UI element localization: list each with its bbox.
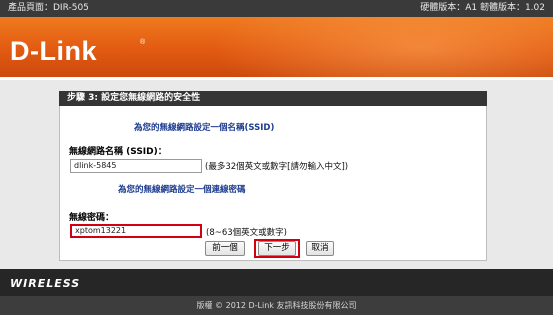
password-label: 無線密碼： — [69, 213, 115, 223]
wizard-step-header: 步驟 3: 設定您無線網路的安全性 — [59, 91, 487, 106]
ssid-hint: (最多32個英文或數字[請勿輸入中文]) — [205, 162, 349, 172]
password-input[interactable]: xptom13221 — [70, 224, 202, 238]
footer-copyright: 版權 © 2012 D-Link 友訊科技股份有限公司 — [0, 296, 553, 315]
product-page-label: 產品頁面：DIR-505 — [8, 3, 89, 13]
wireless-label: WIRELESS — [10, 277, 81, 290]
banner-swoosh — [210, 17, 553, 77]
prev-button[interactable]: 前一個 — [205, 241, 245, 256]
ssid-label: 無線網路名稱 (SSID)： — [69, 147, 167, 157]
password-hint: (8~63個英文或數字) — [206, 228, 287, 238]
password-section-title: 為您的無線網路設定一個連線密碼 — [118, 185, 246, 195]
cancel-button[interactable]: 取消 — [306, 241, 334, 256]
next-button[interactable]: 下一步 — [258, 241, 296, 256]
ssid-section-title: 為您的無線網路設定一個名稱(SSID) — [134, 123, 275, 133]
logo-trademark: ® — [140, 39, 146, 46]
dlink-logo: D-Link — [10, 36, 97, 66]
top-info-bar: 產品頁面：DIR-505 硬體版本：A1 韌體版本：1.02 — [0, 0, 553, 17]
version-info: 硬體版本：A1 韌體版本：1.02 — [420, 3, 545, 13]
ssid-input[interactable]: dlink-5845 — [70, 159, 202, 173]
wireless-bar: WIRELESS — [0, 269, 553, 296]
